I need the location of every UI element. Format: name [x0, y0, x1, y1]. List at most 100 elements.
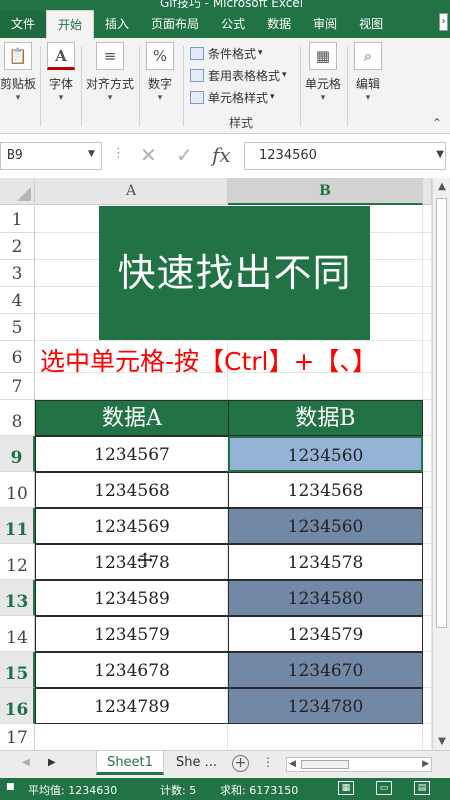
grid-cell[interactable] — [423, 508, 432, 544]
chevron-down-icon[interactable]: ▼ — [88, 149, 95, 159]
scroll-right-icon[interactable]: ▶ — [422, 758, 429, 771]
horizontal-scrollbar[interactable]: ◀ ▶ — [286, 757, 432, 772]
table-cell-a[interactable]: 1234567 — [35, 436, 229, 472]
table-cell-a[interactable]: 1234589 — [35, 580, 229, 616]
tab-insert[interactable]: 插入 — [94, 10, 140, 38]
scroll-down-icon[interactable]: ▼ — [436, 736, 448, 747]
vertical-scrollbar[interactable]: ▲ ▼ — [432, 178, 450, 750]
vertical-scroll-thumb[interactable] — [436, 198, 447, 628]
table-cell-a[interactable]: 1234578 — [35, 544, 229, 580]
scroll-up-icon[interactable]: ▲ — [436, 181, 448, 192]
tab-review[interactable]: 审阅 — [302, 10, 348, 38]
insert-function-icon[interactable]: fx — [212, 143, 231, 167]
formula-input[interactable]: 1234560 — [244, 142, 446, 170]
row-header[interactable]: 3 — [0, 260, 35, 287]
column-header-a[interactable]: A — [35, 178, 228, 205]
row-header[interactable]: 15 — [0, 652, 35, 688]
editing-group[interactable]: ⌕ 编辑 ▾ — [351, 42, 385, 112]
name-box[interactable]: B9 — [0, 142, 102, 170]
table-cell-b[interactable]: 1234560 — [228, 508, 423, 544]
normal-view-icon[interactable]: ▦ — [338, 781, 354, 795]
table-cell-b[interactable]: 1234578 — [228, 544, 423, 580]
row-header[interactable]: 14 — [0, 616, 35, 652]
row-header[interactable]: 16 — [0, 688, 35, 724]
worksheet-grid[interactable]: A B 1 2 3 4 5 6 7 8 9 10 11 12 13 14 15 16 17 快速找出不同 选中单… — [0, 178, 432, 750]
table-cell-b[interactable]: 1234580 — [228, 580, 423, 616]
row-header[interactable]: 9 — [0, 436, 35, 472]
page-layout-view-icon[interactable]: ▭ — [376, 781, 392, 795]
table-cell-b[interactable]: 1234670 — [228, 652, 423, 688]
row-header[interactable]: 5 — [0, 314, 35, 341]
row-header[interactable]: 8 — [0, 400, 35, 436]
font-group[interactable]: A 字体 ▾ — [44, 42, 78, 112]
grid-cell[interactable] — [423, 616, 432, 652]
grid-cell[interactable] — [423, 206, 432, 233]
table-cell-a[interactable]: 1234579 — [35, 616, 229, 652]
table-cell-b[interactable]: 1234568 — [228, 472, 423, 508]
grid-cell[interactable] — [423, 688, 432, 724]
previous-sheet-icon[interactable]: ◀ — [22, 757, 30, 768]
row-header[interactable]: 13 — [0, 580, 35, 616]
grid-cell[interactable] — [423, 314, 432, 341]
tab-file[interactable]: 文件 — [0, 10, 47, 38]
number-group[interactable]: % 数字 ▾ — [143, 42, 177, 112]
grid-cell[interactable] — [35, 724, 228, 750]
grid-cell[interactable] — [423, 724, 432, 750]
column-header-c[interactable] — [423, 178, 432, 205]
conditional-formatting-button[interactable]: 条件格式 ▾ — [190, 42, 295, 64]
grid-cell[interactable] — [423, 472, 432, 508]
active-cell[interactable]: 1234560 — [228, 436, 423, 472]
table-cell-a[interactable]: 1234789 — [35, 688, 229, 724]
clipboard-group[interactable]: 📋 剪贴板 ▾ — [0, 42, 36, 112]
sheet-tab-other[interactable]: She ... — [176, 751, 226, 775]
cells-group[interactable]: ▦ 单元格 ▾ — [303, 42, 343, 112]
grid-cell[interactable] — [423, 400, 432, 436]
check-icon[interactable]: ✓ — [176, 143, 193, 167]
row-header[interactable]: 11 — [0, 508, 35, 544]
row-header[interactable]: 17 — [0, 724, 35, 750]
row-header[interactable]: 7 — [0, 373, 35, 400]
alignment-group[interactable]: ≡ 对齐方式 ▾ — [84, 42, 136, 112]
cancel-icon[interactable]: ✕ — [140, 143, 157, 167]
grid-cell[interactable] — [423, 544, 432, 580]
table-cell-a[interactable]: 1234678 — [35, 652, 229, 688]
grid-cell[interactable] — [423, 652, 432, 688]
format-as-table-button[interactable]: 套用表格格式 ▾ — [190, 64, 295, 86]
row-header[interactable]: 10 — [0, 472, 35, 508]
table-header-a[interactable]: 数据A — [35, 400, 229, 436]
next-sheet-icon[interactable]: ▶ — [48, 757, 56, 768]
table-cell-a[interactable]: 1234569 — [35, 508, 229, 544]
tab-home[interactable]: 开始 — [46, 10, 95, 38]
tab-page-layout[interactable]: 页面布局 — [140, 10, 210, 38]
grid-cell[interactable] — [423, 580, 432, 616]
row-header[interactable]: 4 — [0, 287, 35, 314]
select-all-button[interactable] — [0, 178, 35, 205]
table-cell-b[interactable]: 1234780 — [228, 688, 423, 724]
sheet-tab-sheet1[interactable]: Sheet1 — [96, 751, 164, 775]
row-header[interactable]: 1 — [0, 206, 35, 233]
column-header-b[interactable]: B — [228, 178, 423, 205]
grid-cell[interactable] — [423, 436, 432, 472]
sheet-options-icon[interactable]: ⋮ — [262, 755, 274, 769]
expand-formula-bar-icon[interactable]: ▼ — [436, 149, 444, 160]
scroll-left-icon[interactable]: ◀ — [289, 758, 296, 771]
page-break-view-icon[interactable]: ▤ — [414, 781, 430, 795]
table-header-b[interactable]: 数据B — [228, 400, 423, 436]
grid-cell[interactable] — [423, 287, 432, 314]
tab-data[interactable]: 数据 — [256, 10, 302, 38]
grid-cell[interactable] — [423, 233, 432, 260]
tab-formulas[interactable]: 公式 — [210, 10, 256, 38]
grid-cell[interactable] — [423, 260, 432, 287]
row-header[interactable]: 12 — [0, 544, 35, 580]
horizontal-scroll-thumb[interactable] — [301, 760, 349, 769]
table-cell-b[interactable]: 1234579 — [228, 616, 423, 652]
tab-view[interactable]: 视图 — [348, 10, 394, 38]
row-header[interactable]: 6 — [0, 341, 35, 373]
row-header[interactable]: 2 — [0, 233, 35, 260]
ribbon-tabs-more-button[interactable]: › — [439, 13, 448, 31]
grid-cell[interactable] — [228, 724, 423, 750]
cell-styles-button[interactable]: 单元格样式 ▾ — [190, 86, 295, 108]
add-sheet-icon[interactable]: + — [232, 755, 249, 772]
table-cell-a[interactable]: 1234568 — [35, 472, 229, 508]
collapse-ribbon-icon[interactable]: ⌃ — [432, 116, 442, 130]
